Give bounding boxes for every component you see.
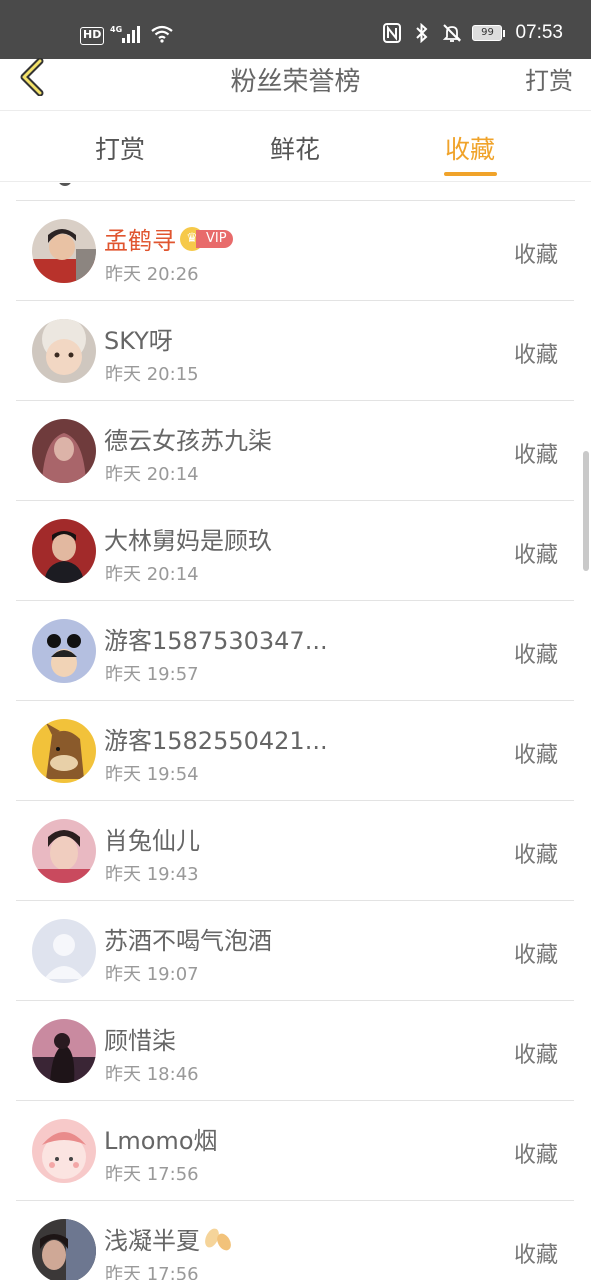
partial-avatar: [58, 183, 72, 186]
list-item[interactable]: 孟鹤寻 ♛ VIP 昨天 20:26 收藏: [16, 201, 574, 301]
action-label: 收藏: [513, 843, 558, 868]
battery-level: 99: [472, 25, 503, 41]
tab-reward[interactable]: 打赏: [95, 130, 145, 166]
timestamp: 昨天 19:57: [105, 664, 199, 685]
timestamp: 昨天 20:14: [105, 464, 199, 485]
user-name: 德云女孩苏九柒: [104, 427, 272, 455]
action-label: 收藏: [513, 943, 558, 968]
avatar: [32, 719, 96, 783]
avatar: [32, 519, 96, 583]
user-name: Lmomo烟: [104, 1127, 218, 1155]
user-name: 浅凝半夏: [104, 1221, 234, 1256]
list-item[interactable]: 顾惜柒 昨天 18:46 收藏: [16, 1001, 574, 1101]
wifi-icon: [150, 24, 174, 48]
nfc-icon: [382, 23, 402, 43]
hd-indicator: HD: [80, 27, 105, 45]
app-header: 粉丝荣誉榜 打赏: [0, 58, 591, 111]
list-item[interactable]: 大林舅妈是顾玖 昨天 20:14 收藏: [16, 501, 574, 601]
tab-favorites[interactable]: 收藏: [445, 130, 495, 166]
user-name: 孟鹤寻 ♛ VIP: [104, 221, 233, 256]
clock: 07:53: [515, 22, 563, 43]
timestamp: 昨天 17:56: [105, 1164, 199, 1185]
tab-flowers[interactable]: 鲜花: [270, 130, 320, 166]
list-item[interactable]: 游客1582550421... 昨天 19:54 收藏: [16, 701, 574, 801]
battery-icon: 99: [472, 25, 506, 41]
list-item[interactable]: Lmomo烟 昨天 17:56 收藏: [16, 1101, 574, 1201]
avatar: [32, 419, 96, 483]
timestamp: 昨天 20:26: [105, 264, 199, 285]
avatar: [32, 819, 96, 883]
action-label: 收藏: [513, 743, 558, 768]
timestamp: 昨天 18:46: [105, 1064, 199, 1085]
svg-text:4G: 4G: [110, 25, 122, 34]
avatar: [32, 919, 96, 983]
status-bar: HD 4G 99 07:53: [0, 0, 591, 59]
status-right: 99 07:53: [382, 22, 563, 44]
mute-bell-icon: [442, 23, 462, 43]
timestamp: 昨天 19:54: [105, 764, 199, 785]
fan-list[interactable]: 孟鹤寻 ♛ VIP 昨天 20:26 收藏 SKY呀 昨天 20:15 收藏 德…: [0, 183, 591, 1280]
leaf-icon: [202, 1226, 234, 1252]
action-label: 收藏: [513, 243, 558, 268]
bluetooth-icon: [412, 23, 432, 43]
action-label: 收藏: [513, 443, 558, 468]
user-name: 游客1587530347...: [104, 627, 328, 655]
action-label: 收藏: [513, 543, 558, 568]
status-left: HD 4G: [80, 24, 174, 48]
avatar: [32, 1219, 96, 1280]
avatar: [32, 319, 96, 383]
signal-icon: 4G: [110, 24, 144, 48]
action-label: 收藏: [513, 343, 558, 368]
list-item[interactable]: 浅凝半夏 昨天 17:56 收藏: [16, 1201, 574, 1280]
action-label: 收藏: [513, 1243, 558, 1268]
list-item[interactable]: SKY呀 昨天 20:15 收藏: [16, 301, 574, 401]
reward-link[interactable]: 打赏: [525, 61, 573, 96]
user-name: SKY呀: [104, 327, 173, 355]
timestamp: 昨天 19:07: [105, 964, 199, 985]
scrollbar[interactable]: [583, 451, 589, 571]
avatar: [32, 1019, 96, 1083]
user-name: 顾惜柒: [104, 1027, 176, 1055]
timestamp: 昨天 20:15: [105, 364, 199, 385]
page-title: 粉丝荣誉榜: [230, 67, 361, 97]
list-item[interactable]: 德云女孩苏九柒 昨天 20:14 收藏: [16, 401, 574, 501]
list-item[interactable]: 肖兔仙儿 昨天 19:43 收藏: [16, 801, 574, 901]
list-item[interactable]: 游客1587530347... 昨天 19:57 收藏: [16, 601, 574, 701]
list-item[interactable]: 苏酒不喝气泡酒 昨天 19:07 收藏: [16, 901, 574, 1001]
action-label: 收藏: [513, 1143, 558, 1168]
timestamp: 昨天 20:14: [105, 564, 199, 585]
avatar: [32, 619, 96, 683]
timestamp: 昨天 19:43: [105, 864, 199, 885]
user-name: 游客1582550421...: [104, 727, 328, 755]
user-name: 苏酒不喝气泡酒: [104, 927, 272, 955]
user-name: 肖兔仙儿: [104, 827, 200, 855]
vip-badge: ♛ VIP: [180, 226, 233, 251]
avatar: [32, 1119, 96, 1183]
timestamp: 昨天 17:56: [105, 1264, 199, 1280]
user-name: 大林舅妈是顾玖: [104, 527, 272, 555]
action-label: 收藏: [513, 643, 558, 668]
action-label: 收藏: [513, 1043, 558, 1068]
active-tab-indicator: [444, 172, 497, 176]
tab-bar: 打赏 鲜花 收藏: [0, 112, 591, 182]
avatar: [32, 219, 96, 283]
